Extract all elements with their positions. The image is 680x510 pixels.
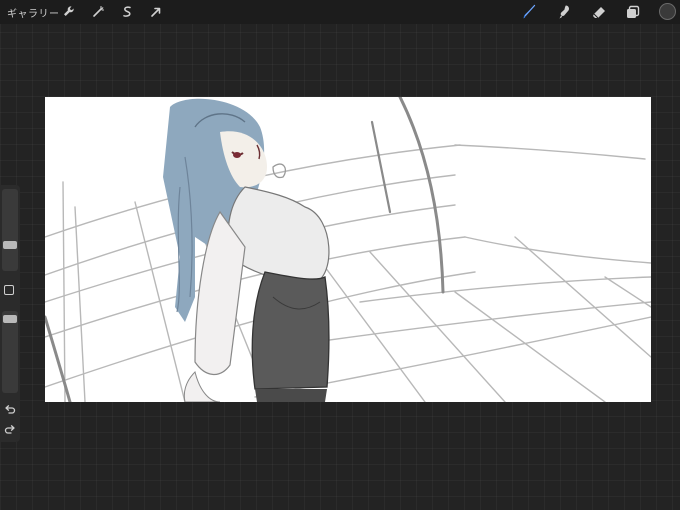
transform-icon[interactable]	[147, 3, 165, 21]
magic-wand-icon[interactable]	[89, 3, 107, 21]
artwork-sketch	[45, 97, 651, 402]
gallery-button[interactable]: ギャラリー	[7, 5, 60, 20]
opacity-handle[interactable]	[3, 315, 17, 323]
top-toolbar: ギャラリー	[0, 0, 680, 24]
undo-icon[interactable]	[3, 402, 17, 416]
wrench-icon[interactable]	[60, 3, 78, 21]
selection-icon[interactable]	[118, 3, 136, 21]
redo-icon[interactable]	[3, 422, 17, 436]
left-sidebar	[0, 185, 20, 442]
layers-icon[interactable]	[624, 3, 642, 21]
character-bow	[272, 163, 287, 179]
brush-size-handle[interactable]	[3, 241, 17, 249]
color-picker-swatch[interactable]	[659, 3, 676, 20]
eraser-icon[interactable]	[590, 3, 608, 21]
modify-button[interactable]	[4, 285, 14, 295]
brush-size-slider[interactable]	[2, 189, 18, 271]
drawing-canvas[interactable]	[45, 97, 651, 402]
brush-icon[interactable]	[520, 3, 538, 21]
perspective-grid	[45, 144, 651, 402]
character-dress	[251, 271, 330, 402]
smudge-icon[interactable]	[556, 3, 574, 21]
opacity-slider[interactable]	[2, 311, 18, 393]
